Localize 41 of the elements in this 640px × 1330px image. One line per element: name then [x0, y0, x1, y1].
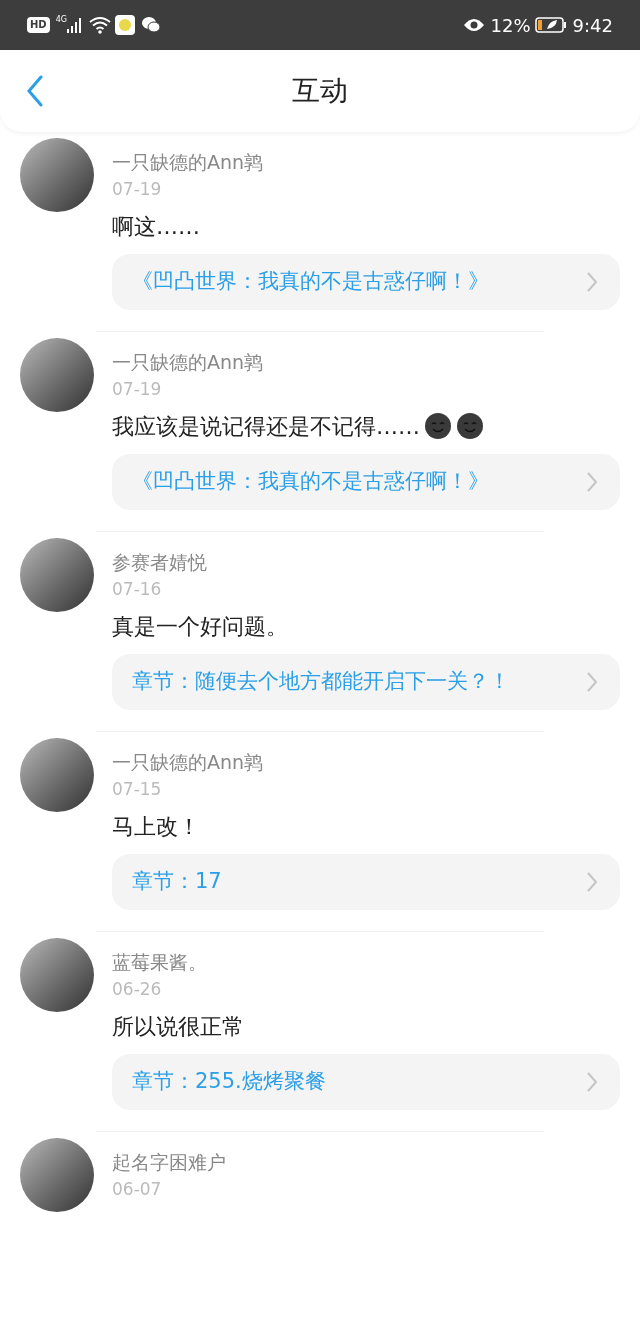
- app-notification-icon: [114, 15, 135, 35]
- comment-date: 07-16: [112, 578, 163, 601]
- source-link[interactable]: 章节：255.烧烤聚餐: [112, 1054, 620, 1110]
- comment-date: 07-19: [112, 178, 163, 201]
- signal-icon: [66, 17, 83, 33]
- page-title: 互动: [292, 73, 348, 109]
- clock: 9:42: [572, 13, 613, 38]
- chevron-right-icon: [586, 871, 598, 893]
- battery-percentage: 12%: [490, 13, 531, 38]
- comment-date: 07-15: [112, 778, 163, 801]
- comment-date: 06-07: [112, 1178, 163, 1201]
- comment-text: 真是一个好问题。: [112, 612, 288, 641]
- comment-text: 啊这……: [112, 212, 200, 241]
- user-name[interactable]: 一只缺德的Ann鹑: [112, 348, 620, 376]
- battery-icon: [534, 17, 567, 33]
- network-label: 4G: [55, 14, 67, 26]
- chevron-right-icon: [586, 471, 598, 493]
- source-link[interactable]: 章节：17: [112, 854, 620, 910]
- comment-text: 所以说很正常: [112, 1012, 244, 1041]
- user-name[interactable]: 一只缺德的Ann鹑: [112, 148, 620, 176]
- smiley-emoji-icon: [456, 412, 484, 440]
- comment-text: 马上改！: [112, 812, 200, 841]
- source-link[interactable]: 《凹凸世界：我真的不是古惑仔啊！》: [112, 254, 620, 310]
- user-name[interactable]: 蓝莓果酱。: [112, 948, 620, 976]
- chat-icon: [140, 16, 161, 34]
- chevron-right-icon: [586, 671, 598, 693]
- user-name[interactable]: 起名字困难户: [112, 1148, 620, 1176]
- eye-icon: [462, 18, 485, 32]
- chevron-right-icon: [586, 1071, 598, 1093]
- user-name[interactable]: 一只缺德的Ann鹑: [112, 748, 620, 776]
- wifi-icon: [88, 16, 111, 34]
- comment-text: 我应该是说记得还是不记得……: [112, 412, 420, 441]
- smiley-emoji-icon: [424, 412, 452, 440]
- user-name[interactable]: 参赛者婧悦: [112, 548, 620, 576]
- hd-badge: HD: [27, 17, 50, 33]
- back-icon: [26, 75, 44, 107]
- comment-date: 07-19: [112, 378, 163, 401]
- source-link[interactable]: 《凹凸世界：我真的不是古惑仔啊！》: [112, 454, 620, 510]
- comment-date: 06-26: [112, 978, 163, 1001]
- chevron-right-icon: [586, 271, 598, 293]
- source-link[interactable]: 章节：随便去个地方都能开启下一关？！: [112, 654, 620, 710]
